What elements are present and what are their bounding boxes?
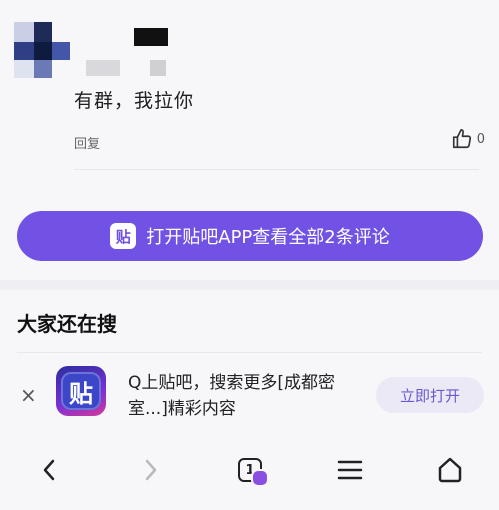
like-count: 0 <box>476 131 485 147</box>
divider <box>74 169 479 170</box>
username-blurred <box>150 60 166 76</box>
tabs-button[interactable]: 1 <box>230 452 270 488</box>
forward-button[interactable] <box>130 452 170 488</box>
tab-badge-icon <box>251 469 269 487</box>
open-app-button[interactable]: 贴 打开贴吧APP查看全部2条评论 <box>17 211 483 261</box>
tieba-logo: 贴 <box>56 366 106 416</box>
thumbs-up-icon <box>452 129 471 149</box>
home-button[interactable] <box>430 452 470 488</box>
divider <box>17 352 482 353</box>
tab-count: 1 <box>238 458 269 487</box>
comment-text: 有群，我拉你 <box>74 90 195 112</box>
chevron-right-icon <box>145 459 157 481</box>
chevron-left-icon <box>43 459 55 481</box>
home-icon <box>438 457 462 483</box>
bottom-nav: 1 <box>0 440 499 500</box>
like-button[interactable]: 0 <box>451 128 485 150</box>
banner-text[interactable]: Q上贴吧，搜索更多[成都密室...]精彩内容 <box>128 370 368 422</box>
tieba-logo-glyph: 贴 <box>61 372 101 410</box>
avatar[interactable] <box>14 22 70 78</box>
section-separator <box>0 280 499 290</box>
open-now-button[interactable]: 立即打开 <box>376 377 484 413</box>
tieba-app-icon: 贴 <box>110 223 137 249</box>
reply-link[interactable]: 回复 <box>74 133 100 152</box>
back-button[interactable] <box>30 452 70 488</box>
open-app-label: 打开贴吧APP查看全部2条评论 <box>146 227 390 248</box>
menu-icon <box>337 460 363 480</box>
close-icon[interactable]: × <box>20 383 37 407</box>
username-blurred <box>134 28 168 46</box>
menu-button[interactable] <box>330 452 370 488</box>
username-blurred[interactable] <box>86 60 120 76</box>
section-title: 大家还在搜 <box>17 312 117 336</box>
